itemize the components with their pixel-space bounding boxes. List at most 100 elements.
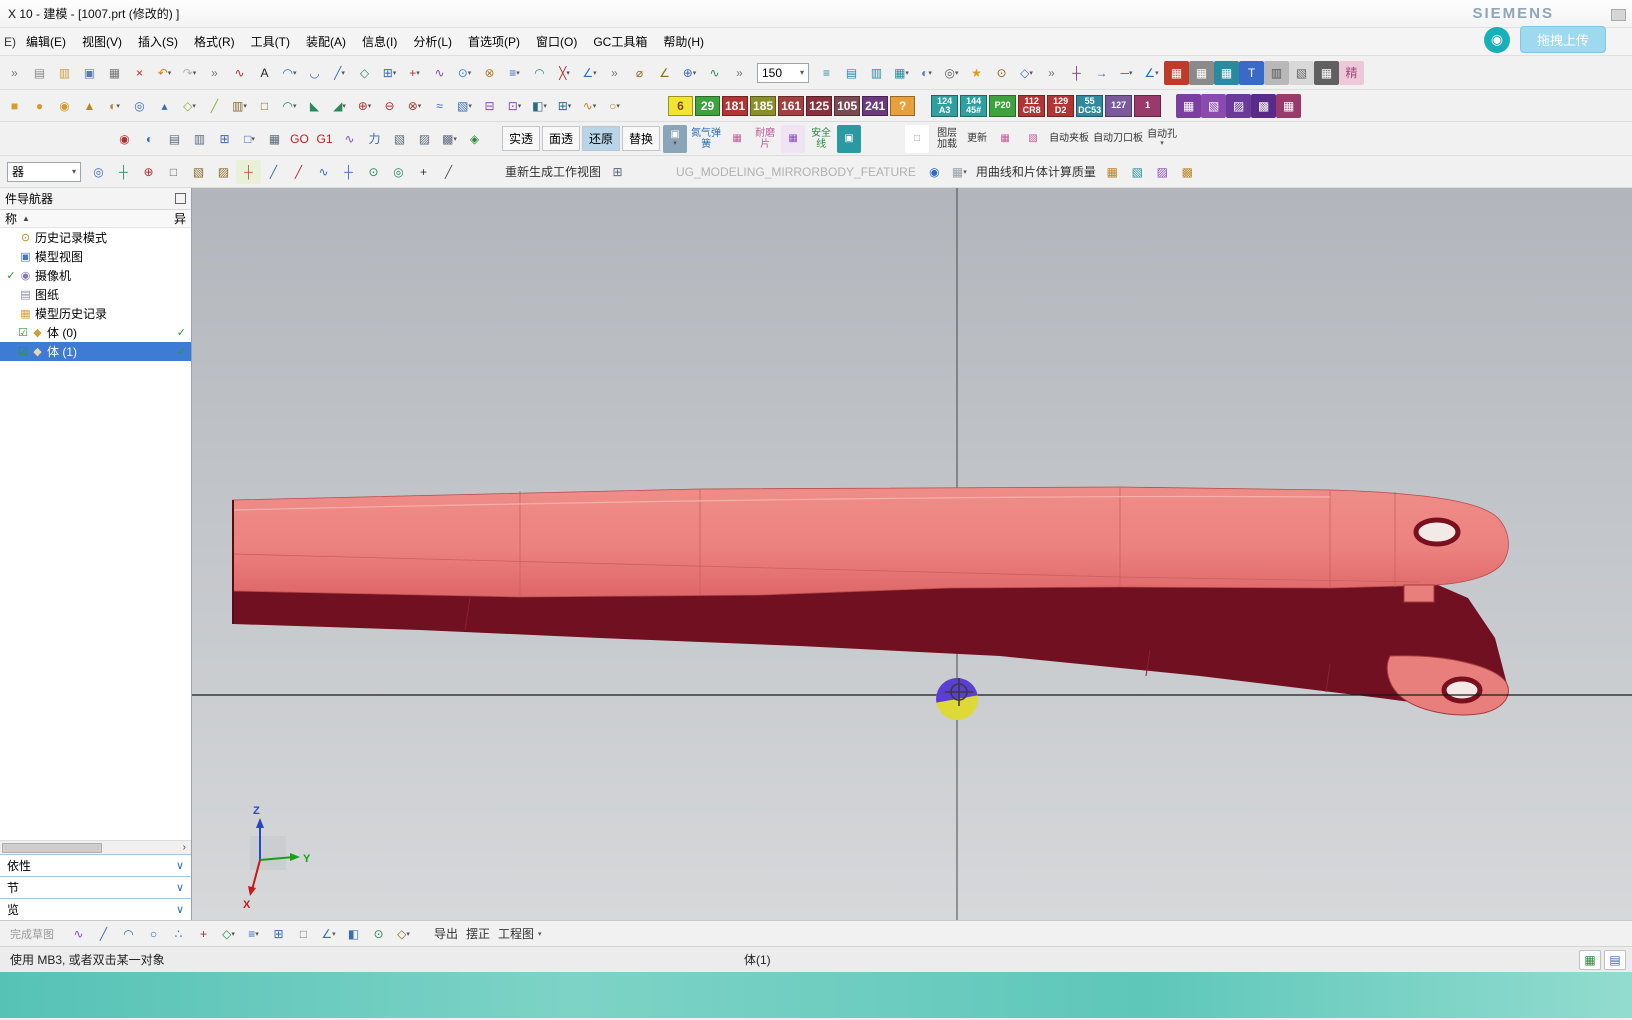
pressed-tool-icon[interactable]: ▣ ▾ xyxy=(663,124,688,153)
navigator-row[interactable]: ▦ 模型历史记录 xyxy=(0,304,191,323)
datum-plane-icon[interactable]: ◇ ▾ xyxy=(177,94,202,118)
patch-icon[interactable]: ▧ ▾ xyxy=(452,94,477,118)
pan-hand-icon[interactable]: ┼ xyxy=(111,160,136,184)
sketch-line-icon[interactable]: ╱ xyxy=(91,922,116,946)
analysis-person-icon[interactable]: ◉ xyxy=(922,160,947,184)
window-control-fragment[interactable] xyxy=(1611,9,1626,21)
upload-button[interactable]: 拖拽上传 xyxy=(1519,26,1606,53)
sketch-point-icon[interactable]: ∴ xyxy=(166,922,191,946)
fo-constraint-icon[interactable]: □ ▾ xyxy=(237,127,262,151)
eraser-icon[interactable]: ▨ xyxy=(1150,160,1175,184)
helix-icon[interactable]: ∿ xyxy=(427,61,452,85)
dim-angle-icon[interactable]: ∠ ▾ xyxy=(1139,61,1164,85)
measure-distance-icon[interactable]: ⌀ xyxy=(627,61,652,85)
overflow-chevron[interactable]: » xyxy=(1039,61,1064,85)
steel-grade-button[interactable]: 1 xyxy=(1134,94,1162,117)
scroll-right-arrow[interactable]: › xyxy=(178,842,191,853)
grid-status-icon[interactable]: ▦ xyxy=(1579,949,1601,970)
curvature-comb-icon[interactable]: ∿ xyxy=(337,127,362,151)
point-icon[interactable]: + ▾ xyxy=(402,61,427,85)
bridge-curve-icon[interactable]: ◠ xyxy=(527,61,552,85)
layer-number-button[interactable]: 125 xyxy=(806,95,833,116)
steel-grade-button[interactable]: 144 45# xyxy=(960,94,988,117)
safety-line-button[interactable]: 安全线 xyxy=(809,125,833,153)
blank-swatch[interactable]: □ xyxy=(905,124,930,153)
fit-view-icon[interactable]: ⊞ xyxy=(212,127,237,151)
polygon-icon[interactable]: ◇ xyxy=(352,61,377,85)
share-network-icon[interactable]: ◉ xyxy=(1483,26,1510,53)
pattern-feature-icon[interactable]: ⊞ ▾ xyxy=(552,94,577,118)
chamfer-icon[interactable]: ◣ xyxy=(302,94,327,118)
overlap-text-icon[interactable]: ▧ xyxy=(387,127,412,151)
display-shaded-icon[interactable]: ◐ xyxy=(137,127,162,151)
intersect-icon[interactable]: ⊗ ▾ xyxy=(402,94,427,118)
print-icon[interactable]: ▦ xyxy=(102,61,127,85)
boss-icon[interactable]: ▴ xyxy=(152,94,177,118)
mirror-feature-icon[interactable]: ◧ ▾ xyxy=(527,94,552,118)
tube-icon[interactable]: ○ ▾ xyxy=(602,94,627,118)
purple-tool-block[interactable]: ▧ xyxy=(1201,93,1227,118)
block-primitive-icon[interactable]: ■ xyxy=(2,94,27,118)
magnet-snap-icon[interactable]: ⊕ xyxy=(136,160,161,184)
steel-grade-button[interactable]: 55 DC53 xyxy=(1076,94,1104,117)
layer-stack-icon[interactable]: ≡ xyxy=(814,61,839,85)
snap-options-icon[interactable]: ◎ xyxy=(86,160,111,184)
layer-number-button[interactable]: 6 xyxy=(668,95,693,116)
snap-slash-icon[interactable]: ╱ xyxy=(436,160,461,184)
navigator-section[interactable]: 依性 ∨ xyxy=(0,854,191,876)
purple-tool-block[interactable]: ▦ xyxy=(1176,93,1202,118)
layer-number-button[interactable]: ? xyxy=(890,95,916,116)
layer-load-button[interactable]: 图层加载 xyxy=(933,125,961,153)
steel-grade-button[interactable]: 127 xyxy=(1105,94,1133,117)
sketch-spline-icon[interactable]: ∿ xyxy=(66,922,91,946)
sketch-offset-icon[interactable]: ≡ ▾ xyxy=(241,922,266,946)
select-solid-icon[interactable]: ▧ xyxy=(186,160,211,184)
chevron-down-icon[interactable]: ∨ xyxy=(176,859,184,872)
orient-view-icon[interactable]: ◎ ▾ xyxy=(939,61,964,85)
navigator-row[interactable]: ⊙ 历史记录模式 xyxy=(0,228,191,247)
unite-icon[interactable]: ⊕ ▾ xyxy=(352,94,377,118)
graphics-viewport[interactable]: Z Y X xyxy=(192,188,1632,920)
hole-icon[interactable]: ◎ xyxy=(127,94,152,118)
display-toggle-button[interactable]: 还原 xyxy=(582,126,621,151)
render-style-icon[interactable]: ◐ ▾ xyxy=(914,61,939,85)
layer-work-icon[interactable]: ▥ xyxy=(864,61,889,85)
force-button[interactable]: 力 xyxy=(362,127,387,151)
perspective-icon[interactable]: ◇ ▾ xyxy=(1014,61,1039,85)
sphere-primitive-icon[interactable]: ◉ xyxy=(52,94,77,118)
part-tab[interactable] xyxy=(1403,584,1435,603)
rib-icon[interactable]: ▥ ▾ xyxy=(227,94,252,118)
pink-chain-icon[interactable]: ▧ xyxy=(1021,125,1045,153)
move-handles-icon[interactable]: ┼ xyxy=(236,159,261,184)
menu-item[interactable]: 工具(T) xyxy=(243,29,298,54)
snap-polyline-icon[interactable]: ∿ xyxy=(311,160,336,184)
sketch-shape-icon[interactable]: ◇ ▾ xyxy=(216,922,241,946)
chevron-down-icon[interactable]: ∨ xyxy=(176,881,184,894)
side-pillar-icon[interactable]: ▦ xyxy=(725,125,749,153)
select-rect-icon[interactable]: □ xyxy=(161,160,186,184)
violet-tool-block[interactable]: ▨ xyxy=(1226,93,1252,118)
revolve-icon[interactable]: ◐ ▾ xyxy=(102,94,127,118)
menu-item[interactable]: 插入(S) xyxy=(130,29,186,54)
conic-icon[interactable]: ◡ xyxy=(302,61,327,85)
sew-icon[interactable]: ≈ xyxy=(427,94,452,118)
hatch-tool-block[interactable]: ▧ xyxy=(1289,60,1314,85)
magenta-tool-block[interactable]: ▦ xyxy=(1276,93,1302,118)
column-name[interactable]: 称 xyxy=(5,210,17,227)
steel-grade-button[interactable]: 129 D2 xyxy=(1047,94,1075,117)
offset-face-icon[interactable]: ⊟ xyxy=(477,94,502,118)
steel-grade-button[interactable]: 112 CR8 xyxy=(1018,94,1046,117)
update-button[interactable]: 更新 xyxy=(965,125,989,153)
red-tool-block[interactable]: ▦ xyxy=(1164,60,1189,85)
navigator-row[interactable]: ☑ ◆ 体 (1) ✓ xyxy=(0,342,191,361)
wear-plate-button[interactable]: 耐磨片 xyxy=(753,125,777,153)
text-curve-icon[interactable]: A xyxy=(252,61,277,85)
scale-body-icon[interactable]: ⊡ ▾ xyxy=(502,94,527,118)
layer-number-button[interactable]: 161 xyxy=(778,95,805,116)
navigator-hscrollbar[interactable]: › xyxy=(0,840,191,854)
display-red-icon[interactable]: ◉ xyxy=(112,127,137,151)
chevron-down-icon[interactable]: ▾ xyxy=(538,930,542,938)
brush-icon[interactable]: ▧ xyxy=(1125,160,1150,184)
dark-tool-block[interactable]: ▦ xyxy=(1314,60,1339,85)
snap-center-icon[interactable]: ⊙ xyxy=(361,160,386,184)
